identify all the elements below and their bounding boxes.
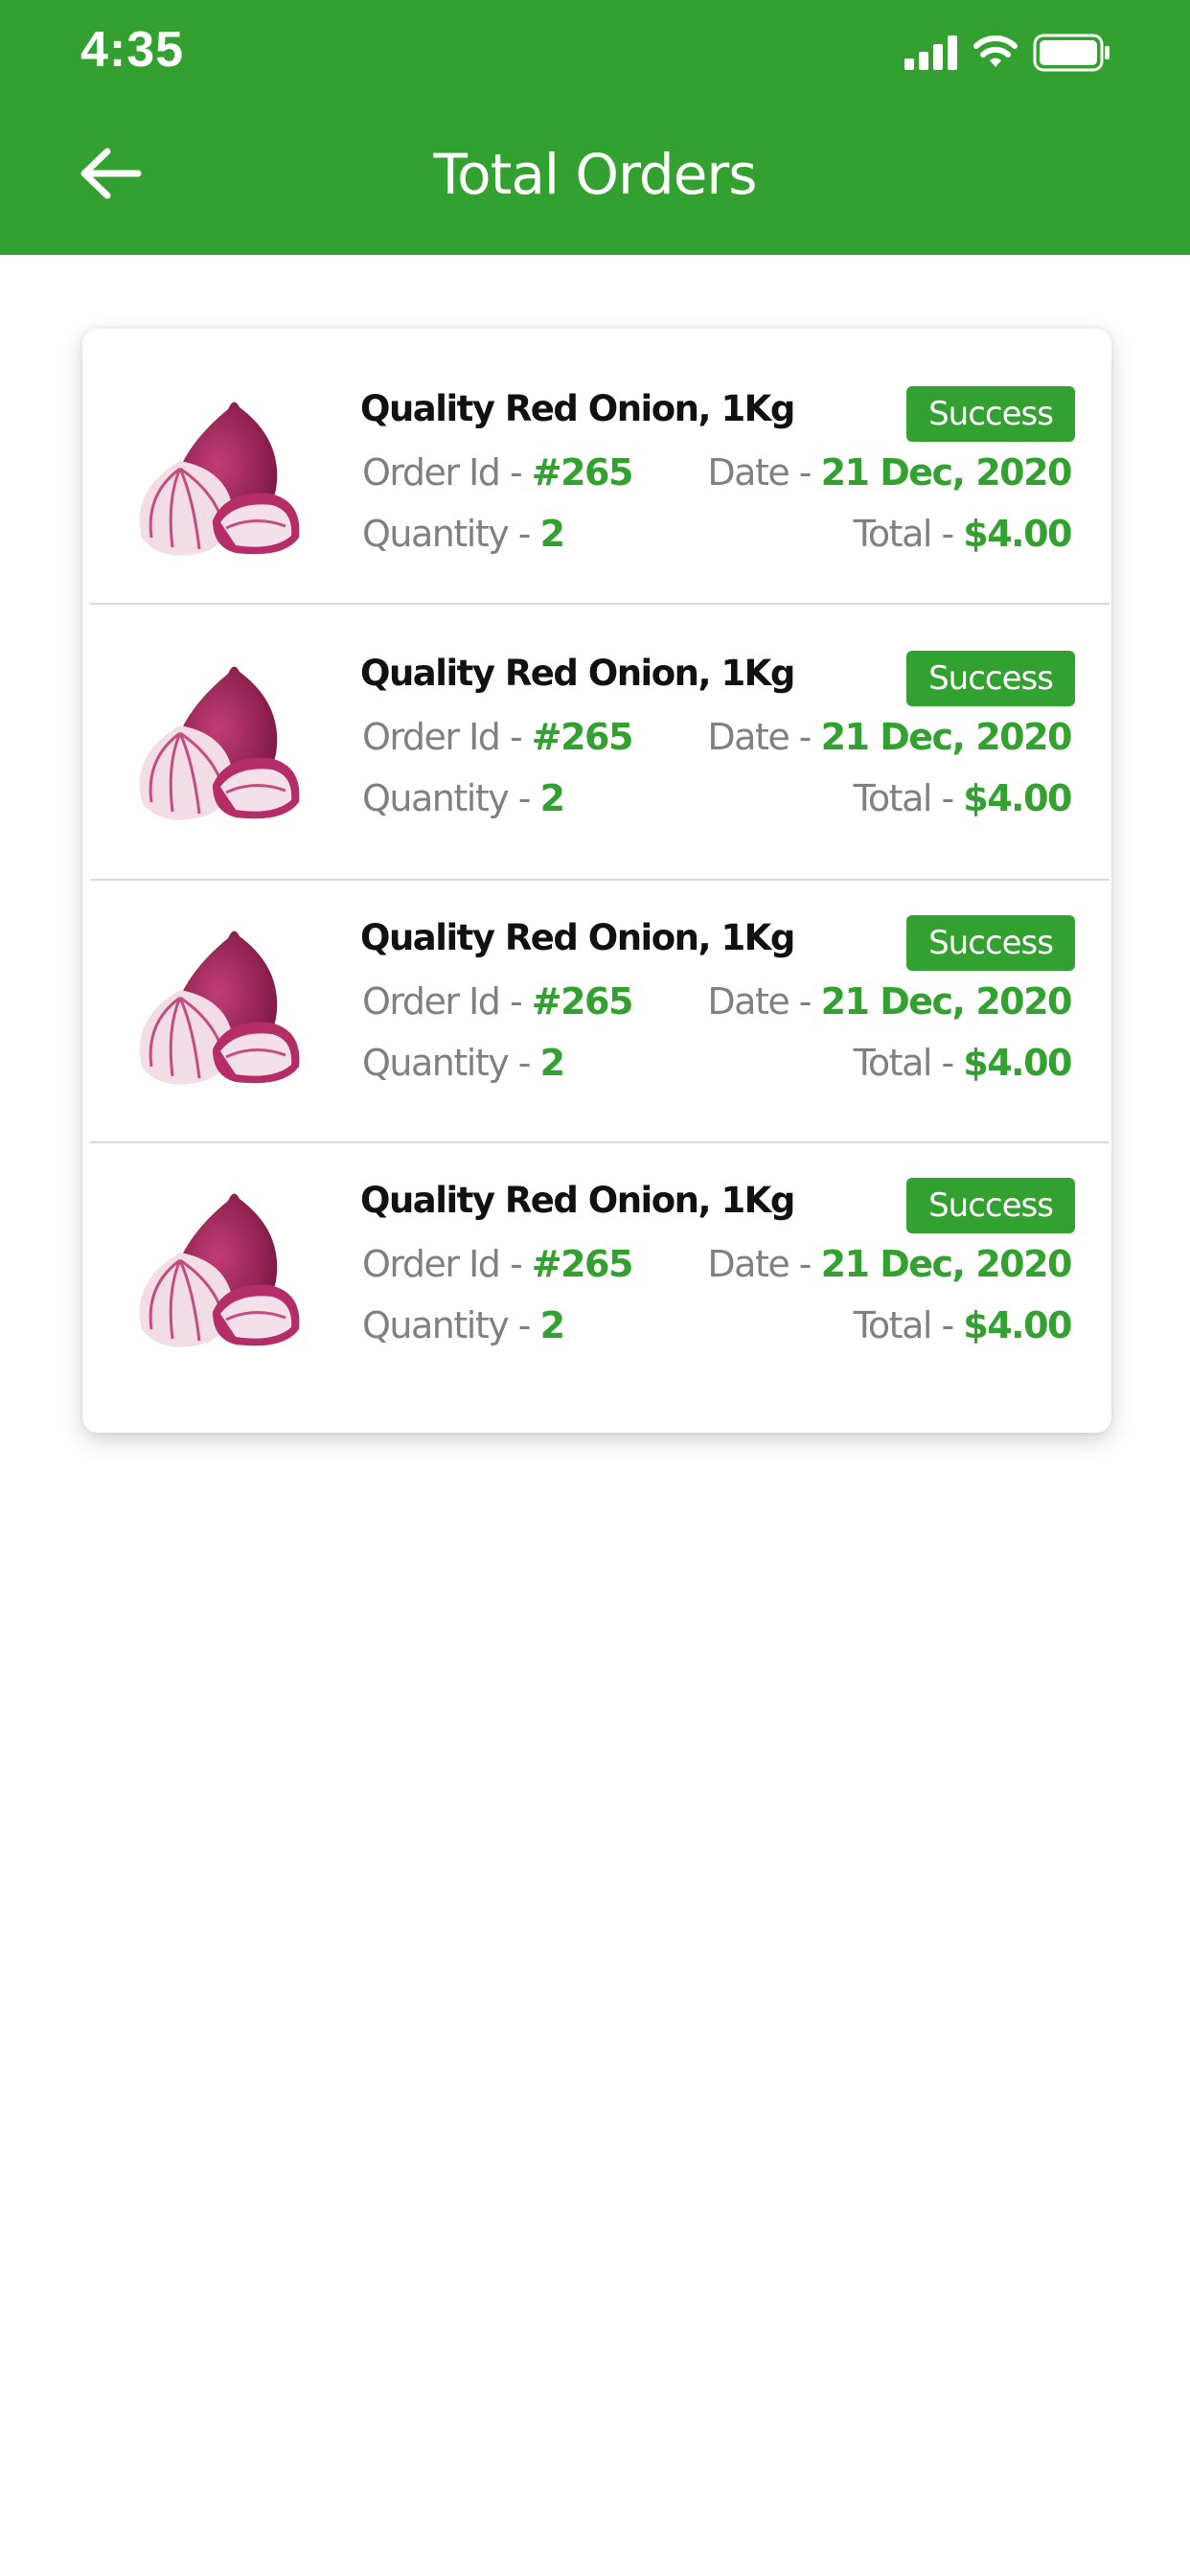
app-header: 4:35 Total Orders	[0, 0, 1190, 255]
total-value: $4.00	[963, 777, 1072, 819]
quantity-label: Quantity -	[362, 1304, 540, 1346]
status-icons	[904, 33, 1111, 73]
date-value: 21 Dec, 2020	[820, 451, 1073, 494]
order-date: Date - 21 Dec, 2020	[707, 1243, 1073, 1285]
product-name: Quality Red Onion, 1Kg	[360, 917, 795, 958]
status-time: 4:35	[80, 22, 185, 78]
date-label: Date -	[707, 716, 821, 758]
status-badge: Success	[906, 386, 1075, 442]
order-id-label: Order Id -	[362, 716, 532, 758]
date-label: Date -	[707, 980, 821, 1023]
orders-screen: 4:35 Total Orders Quality Red Onion, 1Kg…	[0, 0, 1190, 2576]
date-label: Date -	[707, 1243, 821, 1285]
total-value: $4.00	[963, 513, 1072, 555]
total-label: Total -	[853, 1304, 964, 1346]
date-label: Date -	[707, 451, 821, 494]
order-id-value: #265	[531, 1243, 634, 1285]
order-id-value: #265	[531, 716, 634, 758]
quantity-value: 2	[539, 1304, 565, 1346]
order-id-label: Order Id -	[362, 1243, 532, 1285]
order-row[interactable]: Quality Red Onion, 1Kg Order Id - #265 Q…	[82, 858, 1111, 1122]
order-id-value: #265	[531, 451, 634, 494]
order-date: Date - 21 Dec, 2020	[707, 716, 1073, 758]
cellular-signal-icon	[904, 35, 957, 70]
order-id-value: #265	[531, 980, 634, 1023]
total-label: Total -	[853, 513, 964, 555]
order-id: Order Id - #265	[362, 451, 634, 494]
quantity-label: Quantity -	[362, 1042, 540, 1084]
page-title: Total Orders	[433, 142, 758, 207]
quantity: Quantity - 2	[362, 1304, 565, 1346]
total-label: Total -	[853, 1042, 964, 1084]
product-name: Quality Red Onion, 1Kg	[360, 1180, 795, 1221]
quantity-label: Quantity -	[362, 777, 540, 819]
status-badge: Success	[906, 651, 1075, 706]
total-value: $4.00	[963, 1042, 1072, 1084]
quantity: Quantity - 2	[362, 513, 565, 555]
quantity: Quantity - 2	[362, 1042, 565, 1084]
order-row[interactable]: Quality Red Onion, 1Kg Order Id - #265 Q…	[82, 1120, 1111, 1385]
quantity-value: 2	[539, 777, 565, 819]
product-name: Quality Red Onion, 1Kg	[360, 388, 795, 429]
order-total: Total - $4.00	[853, 1304, 1073, 1346]
order-row[interactable]: Quality Red Onion, 1Kg Order Id - #265 Q…	[82, 593, 1111, 858]
date-value: 21 Dec, 2020	[820, 980, 1073, 1023]
date-value: 21 Dec, 2020	[820, 1243, 1073, 1285]
status-badge: Success	[906, 915, 1075, 971]
quantity-label: Quantity -	[362, 513, 540, 555]
product-name: Quality Red Onion, 1Kg	[360, 653, 795, 694]
order-total: Total - $4.00	[853, 1042, 1073, 1084]
total-value: $4.00	[963, 1304, 1072, 1346]
date-value: 21 Dec, 2020	[820, 716, 1073, 758]
quantity-value: 2	[539, 1042, 565, 1084]
status-badge: Success	[906, 1178, 1075, 1233]
order-total: Total - $4.00	[853, 777, 1073, 819]
order-row[interactable]: Quality Red Onion, 1Kg Order Id - #265 Q…	[82, 329, 1111, 593]
order-id: Order Id - #265	[362, 1243, 634, 1285]
order-id-label: Order Id -	[362, 980, 532, 1023]
red-onion-image	[139, 1193, 300, 1347]
order-id: Order Id - #265	[362, 980, 634, 1023]
red-onion-image	[139, 402, 300, 556]
wifi-icon	[973, 35, 1018, 67]
order-date: Date - 21 Dec, 2020	[707, 451, 1073, 494]
quantity: Quantity - 2	[362, 777, 565, 819]
red-onion-image	[139, 931, 300, 1085]
order-id-label: Order Id -	[362, 451, 532, 494]
quantity-value: 2	[539, 513, 565, 555]
orders-card: Quality Red Onion, 1Kg Order Id - #265 Q…	[82, 329, 1111, 1433]
red-onion-image	[139, 666, 300, 820]
order-total: Total - $4.00	[853, 513, 1073, 555]
order-id: Order Id - #265	[362, 716, 634, 758]
battery-icon	[1033, 34, 1110, 72]
order-date: Date - 21 Dec, 2020	[707, 980, 1073, 1023]
total-label: Total -	[853, 777, 964, 819]
